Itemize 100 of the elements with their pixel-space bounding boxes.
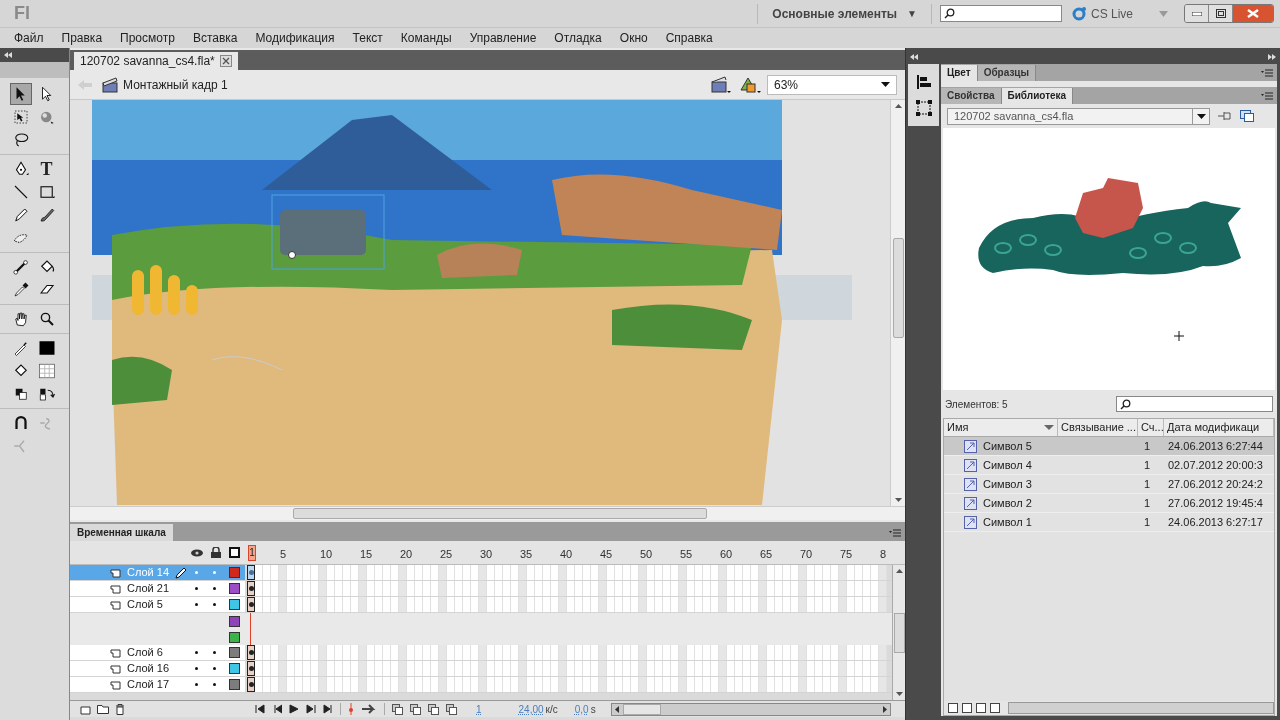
scene-name[interactable]: Монтажный кадр 1 [123, 75, 228, 94]
layer-color-swatch[interactable] [229, 663, 240, 674]
library-row[interactable]: Символ 2 1 27.06.2012 19:45:4 [944, 494, 1274, 513]
menu-item[interactable]: Вставка [183, 29, 247, 47]
frame-number: 10 [320, 548, 333, 560]
arrow-tool-button[interactable] [10, 83, 32, 105]
library-horizontal-scrollbar[interactable] [1008, 702, 1274, 714]
align-icon[interactable] [915, 74, 932, 90]
pin-icon[interactable] [1218, 110, 1232, 122]
toolbar-grip[interactable] [0, 62, 69, 78]
maximize-button[interactable] [1209, 5, 1233, 22]
layer-color-swatch[interactable] [229, 599, 240, 610]
trash-icon[interactable] [990, 703, 1000, 713]
document-tab[interactable]: 120702 savanna_cs4.fla* [74, 52, 238, 70]
scroll-thumb[interactable] [893, 613, 905, 653]
layer-color-swatch[interactable] [229, 631, 240, 643]
timeline-tab[interactable]: Временная шкала [70, 524, 173, 541]
movie-clip-symbol-icon [964, 458, 977, 472]
layer-row[interactable]: Слой 21 [70, 581, 245, 596]
menu-item[interactable]: Правка [52, 29, 112, 47]
library-search-field[interactable] [1116, 396, 1273, 412]
timeline-vertical-scrollbar[interactable] [892, 565, 905, 700]
new-layer-icon[interactable] [80, 703, 91, 715]
step-forward-icon[interactable] [306, 704, 316, 714]
menu-item[interactable]: Команды [391, 29, 461, 47]
cs-live-button[interactable]: CS Live [1071, 4, 1133, 23]
close-button[interactable] [1233, 5, 1273, 22]
toolbar-header[interactable] [0, 48, 69, 62]
column-header[interactable]: Сч... [1138, 419, 1164, 436]
playhead[interactable]: 1 [248, 545, 256, 561]
collapse-icon[interactable] [910, 54, 918, 60]
menu-item[interactable]: Окно [610, 29, 657, 47]
first-frame-icon[interactable] [255, 704, 265, 714]
cs-live-icon [1071, 6, 1087, 21]
zoom-dropdown[interactable]: 63% [767, 74, 897, 95]
properties-icon[interactable] [976, 703, 986, 713]
layer-row[interactable]: Слой 6 [70, 645, 245, 660]
layer-color-swatch[interactable] [229, 647, 240, 658]
panel-menu-icon[interactable] [1261, 69, 1273, 77]
new-symbol-icon[interactable] [948, 703, 958, 713]
text-tool-button[interactable]: T [35, 158, 58, 180]
library-row[interactable]: Символ 3 1 27.06.2012 20:24:2 [944, 475, 1274, 494]
panel-tab[interactable]: Библиотека [1001, 88, 1074, 104]
eye-icon[interactable] [191, 548, 203, 557]
transform-icon[interactable] [915, 100, 932, 116]
menu-item[interactable]: Модификация [246, 29, 344, 47]
onion-skin-icon[interactable] [392, 703, 403, 715]
column-header[interactable]: Дата модификаци [1164, 419, 1274, 436]
menu-item[interactable]: Файл [5, 29, 53, 47]
panel-menu-icon[interactable] [889, 529, 901, 537]
folder-icon[interactable] [962, 703, 972, 713]
multiple-frames-icon[interactable] [428, 703, 439, 715]
expand-icon[interactable] [1268, 54, 1276, 60]
column-header[interactable]: Имя [944, 419, 1058, 436]
new-library-panel-icon[interactable] [1240, 110, 1254, 122]
folder-icon[interactable] [97, 704, 109, 714]
library-row[interactable]: Символ 4 1 02.07.2012 20:00:3 [944, 456, 1274, 475]
panel-tab[interactable]: Образцы [977, 65, 1037, 81]
edit-scene-icon[interactable] [711, 75, 731, 94]
column-header[interactable]: Связывание ... [1058, 419, 1138, 436]
vertical-scrollbar[interactable] [890, 100, 905, 506]
outline-icon[interactable] [229, 547, 240, 558]
panel-tab[interactable]: Цвет [941, 65, 978, 81]
scroll-thumb[interactable] [892, 238, 904, 338]
layer-color-swatch[interactable] [229, 583, 240, 594]
scroll-thumb[interactable] [622, 703, 661, 715]
workspace-switcher[interactable]: Основные элементы ▼ [768, 4, 921, 23]
menu-item[interactable]: Справка [656, 29, 722, 47]
menu-item[interactable]: Управление [460, 29, 546, 47]
last-frame-icon[interactable] [323, 704, 333, 714]
scroll-thumb[interactable] [293, 508, 707, 519]
onion-markers-icon[interactable] [446, 703, 457, 715]
menu-item[interactable]: Текст [343, 29, 392, 47]
center-frame-icon[interactable] [348, 703, 354, 715]
layer-row[interactable]: Слой 17 [70, 677, 245, 692]
horizontal-scrollbar[interactable] [70, 506, 905, 520]
edit-symbols-icon[interactable] [739, 75, 761, 94]
panel-menu-icon[interactable] [1261, 92, 1273, 100]
lock-icon[interactable] [211, 547, 221, 558]
menu-item[interactable]: Отладка [545, 29, 611, 47]
menu-item[interactable]: Просмотр [111, 29, 184, 47]
layer-color-swatch[interactable] [229, 567, 240, 578]
close-icon[interactable] [219, 55, 232, 67]
library-file-dropdown[interactable]: 120702 savanna_cs4.fla [947, 107, 1210, 125]
timeline-horizontal-scrollbar[interactable] [610, 702, 891, 716]
panel-tab[interactable]: Свойства [941, 88, 1002, 104]
layer-row[interactable]: Слой 16 [70, 661, 245, 676]
loop-icon[interactable] [361, 704, 377, 714]
onion-outline-icon[interactable] [410, 703, 421, 715]
play-icon[interactable] [289, 704, 299, 714]
layer-color-swatch[interactable] [229, 615, 240, 627]
symbol-name: Символ 4 [983, 457, 1032, 473]
trash-icon[interactable] [115, 703, 125, 715]
library-row[interactable]: Символ 1 1 24.06.2013 6:27:17 [944, 513, 1274, 532]
layer-row[interactable]: Слой 5 [70, 597, 245, 612]
search-field[interactable] [939, 5, 1062, 22]
step-back-icon[interactable] [272, 704, 282, 714]
library-row[interactable]: Символ 5 1 24.06.2013 6:27:44 [944, 437, 1274, 456]
layer-color-swatch[interactable] [229, 679, 240, 690]
layer-icon [110, 647, 121, 658]
